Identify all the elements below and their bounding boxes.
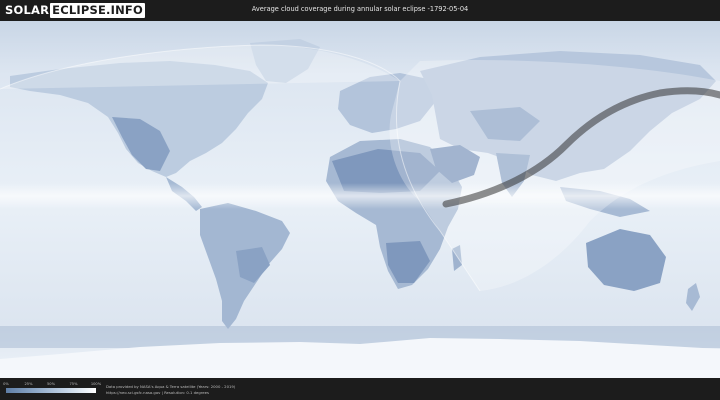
legend-tick: 50% bbox=[47, 382, 55, 386]
legend-tick: 100% bbox=[90, 382, 102, 386]
header-bar: SOLAR ECLIPSE.INFO Average cloud coverag… bbox=[0, 0, 720, 21]
world-map-svg bbox=[0, 21, 720, 378]
cloud-coverage-map bbox=[0, 21, 720, 378]
legend-tick: 75% bbox=[69, 382, 78, 386]
footer-bar: 0% 25% 50% 75% 100% Data provided by NAS… bbox=[0, 378, 720, 400]
legend-tick: 25% bbox=[24, 382, 33, 386]
legend-tick: 0% bbox=[3, 382, 9, 386]
cloud-coverage-legend-bar bbox=[6, 388, 96, 393]
data-credits: Data provided by NASA's Aqua & Terra sat… bbox=[106, 384, 235, 396]
credits-line-2[interactable]: https://neo.sci.gsfc.nasa.gov | Resoluti… bbox=[106, 390, 235, 396]
page-title: Average cloud coverage during annular so… bbox=[251, 5, 469, 13]
